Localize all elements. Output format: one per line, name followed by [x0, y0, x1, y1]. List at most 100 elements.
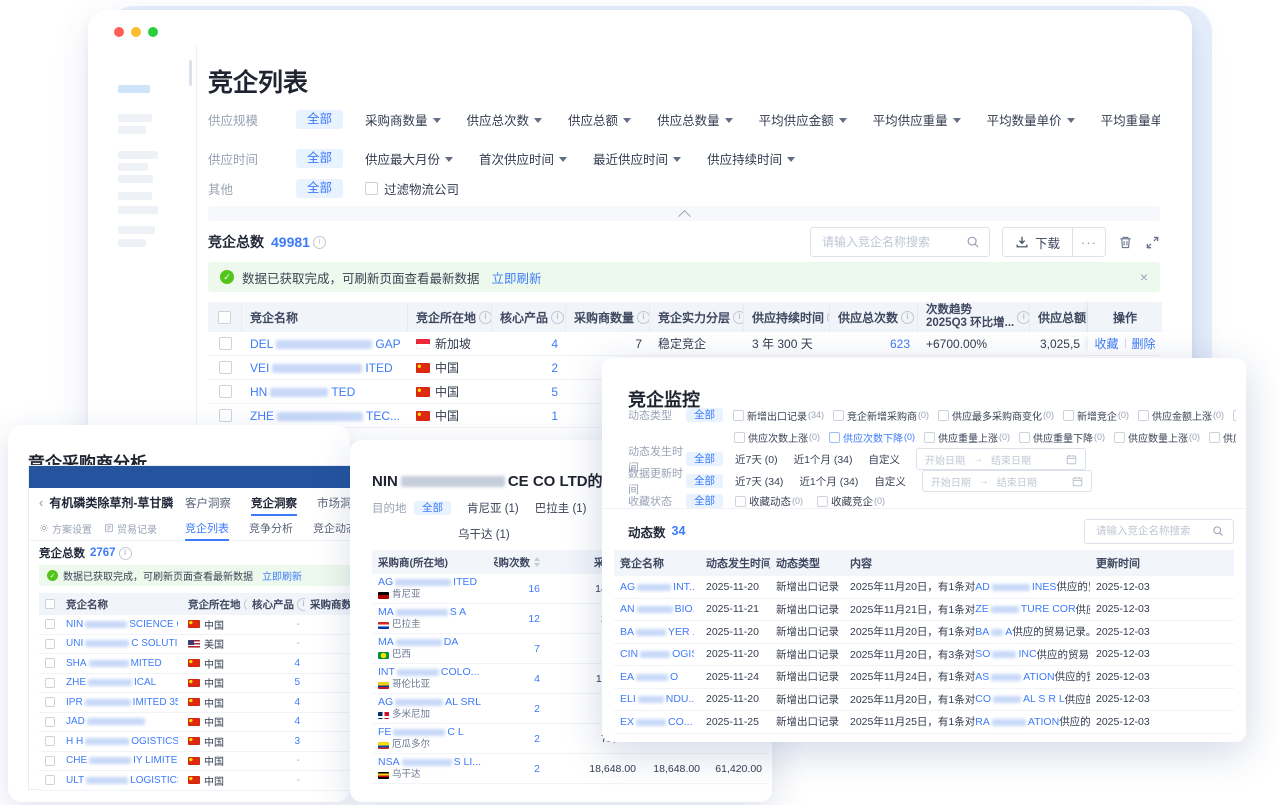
filter-all-chip[interactable]: 全部 [686, 494, 723, 509]
core-product-count[interactable]: 5 [294, 677, 300, 688]
purchase-times-count[interactable]: 16 [528, 583, 540, 595]
date-range-input[interactable]: 开始日期→结束日期 [916, 448, 1086, 470]
activity-type-checkbox[interactable]: 供应最多采购商变化(0) [938, 408, 1054, 423]
checkbox[interactable] [1063, 410, 1074, 421]
core-product-count[interactable]: 4 [551, 337, 558, 351]
filter-dropdown[interactable]: 供应总次数 [467, 110, 543, 129]
destination-option[interactable]: 巴拉圭 (1) [535, 500, 587, 516]
filter-all-chip[interactable]: 全部 [686, 474, 723, 489]
scheme-settings-menu[interactable]: 方案设置 [39, 521, 92, 536]
core-product-count[interactable]: - [297, 638, 300, 649]
related-company-link[interactable]: ASATION [975, 671, 1054, 683]
filter-dropdown[interactable]: 平均供应金额 [759, 110, 847, 129]
search-input[interactable] [1094, 524, 1206, 538]
competitor-name-link[interactable]: SHAMITED [66, 658, 162, 669]
info-icon[interactable] [551, 311, 564, 324]
buyer-name-link[interactable]: NSAS LI... [378, 756, 481, 769]
competitor-name-link[interactable]: EAO [620, 671, 678, 683]
trash-icon[interactable] [1118, 235, 1133, 250]
checkbox[interactable] [817, 496, 828, 507]
filter-dropdown[interactable]: 平均供应重量 [873, 110, 961, 129]
competitor-name-link[interactable]: AGINT... [620, 581, 694, 593]
search-box[interactable] [810, 227, 990, 257]
delete-link[interactable]: 删除 [1132, 337, 1156, 351]
activity-type-checkbox[interactable]: 供应重量下降(0) [1019, 430, 1105, 445]
core-product-count[interactable]: 4 [294, 658, 300, 669]
competitor-name-link[interactable]: UNIC SOLUTI... [66, 638, 178, 649]
checkbox[interactable] [1019, 432, 1030, 443]
related-company-link[interactable]: ADINES [975, 581, 1056, 593]
select-all-checkbox[interactable] [45, 599, 55, 609]
core-product-count[interactable]: 4 [294, 716, 300, 727]
tab-customer-insight[interactable]: 客户洞察 [185, 495, 231, 516]
refresh-now-link[interactable]: 立即刷新 [492, 268, 542, 287]
filter-option[interactable]: 近1个月 (34) [794, 452, 853, 467]
competitor-name-link[interactable]: ZHEICAL [66, 677, 156, 688]
core-product-count[interactable]: 4 [294, 697, 300, 708]
checkbox[interactable] [733, 410, 744, 421]
tab-competitor-insight[interactable]: 竞企洞察 [251, 495, 297, 516]
destination-all-chip[interactable]: 全部 [414, 501, 451, 516]
filter-option[interactable]: 近7天 (34) [735, 474, 783, 489]
competitor-name-link[interactable]: CHEIY LIMITED [66, 755, 178, 766]
activity-type-checkbox[interactable]: 供应次数上涨(0) [734, 430, 820, 445]
competitor-name-link[interactable]: H HOGISTICS C... [66, 736, 178, 747]
minimize-window-dot[interactable] [131, 27, 141, 37]
sidebar-skeleton-bar[interactable] [118, 175, 153, 183]
back-icon[interactable] [39, 495, 43, 510]
search-icon[interactable] [1212, 525, 1224, 537]
purchase-times-count[interactable]: 12 [528, 613, 540, 625]
sidebar-skeleton-bar[interactable] [118, 239, 146, 247]
core-product-count[interactable]: - [297, 775, 300, 786]
competitor-name-link[interactable]: CINOGIS... [620, 648, 694, 660]
core-product-count[interactable]: 5 [551, 385, 558, 399]
core-product-count[interactable]: - [297, 755, 300, 766]
related-company-link[interactable]: ZETURE COR [975, 603, 1075, 615]
subtab-competition-analysis[interactable]: 竞争分析 [249, 520, 293, 541]
purchase-times-count[interactable]: 2 [534, 763, 540, 775]
row-checkbox[interactable] [45, 717, 55, 727]
row-checkbox[interactable] [45, 639, 55, 649]
core-product-count[interactable]: 3 [294, 736, 300, 747]
row-checkbox[interactable] [45, 736, 55, 746]
purchase-times-count[interactable]: 7 [534, 643, 540, 655]
row-checkbox[interactable] [45, 619, 55, 629]
competitor-name-link[interactable]: BAYER ... [620, 626, 694, 638]
destination-option[interactable]: 乌干达 (1) [458, 529, 510, 541]
competitor-name-link[interactable]: NINSCIENCE C... [66, 619, 178, 630]
buyer-name-link[interactable]: AGITED [378, 576, 477, 589]
sidebar-skeleton-bar[interactable] [118, 192, 152, 200]
filter-option[interactable]: 近7天 (0) [735, 452, 778, 467]
buyer-name-link[interactable]: AGAL SRL [378, 696, 481, 709]
activity-type-checkbox[interactable]: 竞企新增采购商(0) [833, 408, 929, 423]
checkbox[interactable] [833, 410, 844, 421]
related-company-link[interactable]: COAL S R L [975, 693, 1064, 705]
sidebar-skeleton-bar[interactable] [118, 126, 146, 134]
competitor-name-link[interactable]: IPRIMITED 35... [66, 697, 178, 708]
destination-option[interactable]: 肯尼亚 (1) [467, 500, 519, 516]
filter-dropdown[interactable]: 平均重量单价 [1101, 110, 1160, 129]
supply-times-count[interactable]: 623 [890, 337, 910, 351]
competitor-name-link[interactable]: HNTED [250, 385, 355, 399]
activity-type-checkbox[interactable]: 供应次数下降(0) [829, 430, 915, 445]
filter-dropdown[interactable]: 供应最大月份 [365, 149, 453, 168]
activity-type-checkbox[interactable]: 供应数量下降(0) [1209, 430, 1236, 445]
filter-all-chip[interactable]: 全部 [686, 408, 723, 423]
info-icon[interactable] [297, 598, 305, 611]
competitor-name-link[interactable]: ULTLOGISTICS ... [66, 775, 178, 786]
competitor-name-link[interactable]: VEIITED [250, 361, 393, 375]
activity-type-checkbox[interactable]: 新增出口记录(34) [733, 408, 824, 423]
favorite-link[interactable]: 收藏 [1094, 337, 1118, 351]
row-checkbox[interactable] [219, 409, 232, 422]
close-icon[interactable] [1140, 269, 1148, 285]
checkbox[interactable] [734, 432, 745, 443]
activity-type-checkbox[interactable]: 供应金额上涨(0) [1138, 408, 1224, 423]
purchase-times-count[interactable]: 2 [534, 733, 540, 745]
filter-dropdown[interactable]: 首次供应时间 [479, 149, 567, 168]
expand-icon[interactable] [1145, 235, 1160, 250]
competitor-name-link[interactable]: ELINDU... [620, 693, 694, 705]
maximize-window-dot[interactable] [148, 27, 158, 37]
row-checkbox[interactable] [219, 385, 232, 398]
row-checkbox[interactable] [45, 658, 55, 668]
core-product-count[interactable]: 2 [551, 361, 558, 375]
